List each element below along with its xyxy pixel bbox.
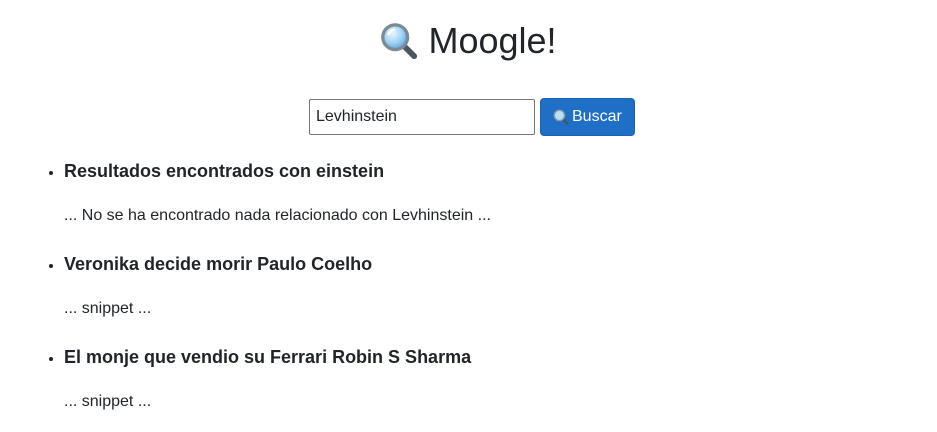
result-item: Resultados encontrados con einstein ... …: [64, 156, 924, 227]
header: Moogle!: [0, 18, 937, 65]
search-button[interactable]: Buscar: [540, 98, 635, 136]
result-snippet: ... No se ha encontrado nada relacionado…: [64, 207, 491, 224]
result-title[interactable]: Veronika decide morir Paulo Coelho: [64, 249, 924, 279]
magnifier-icon: [381, 23, 418, 60]
result-snippet: ... snippet ...: [64, 300, 152, 317]
page-title-wrap: Moogle!: [380, 18, 557, 64]
search-input[interactable]: [309, 99, 535, 135]
result-snippet: ... snippet ...: [64, 393, 152, 410]
result-item: Veronika decide morir Paulo Coelho ... s…: [64, 249, 924, 320]
result-item: El monje que vendio su Ferrari Robin S S…: [64, 342, 924, 413]
result-title[interactable]: Resultados encontrados con einstein: [64, 156, 924, 186]
search-button-label: Buscar: [572, 108, 622, 125]
results-list: Resultados encontrados con einstein ... …: [0, 156, 924, 432]
moogle-page: Moogle! Buscar Resultados encontrados co…: [0, 0, 937, 432]
result-title[interactable]: El monje que vendio su Ferrari Robin S S…: [64, 342, 924, 372]
magnifier-icon: [553, 109, 569, 125]
search-bar: Buscar: [309, 98, 635, 136]
page-title: Moogle!: [428, 20, 557, 61]
